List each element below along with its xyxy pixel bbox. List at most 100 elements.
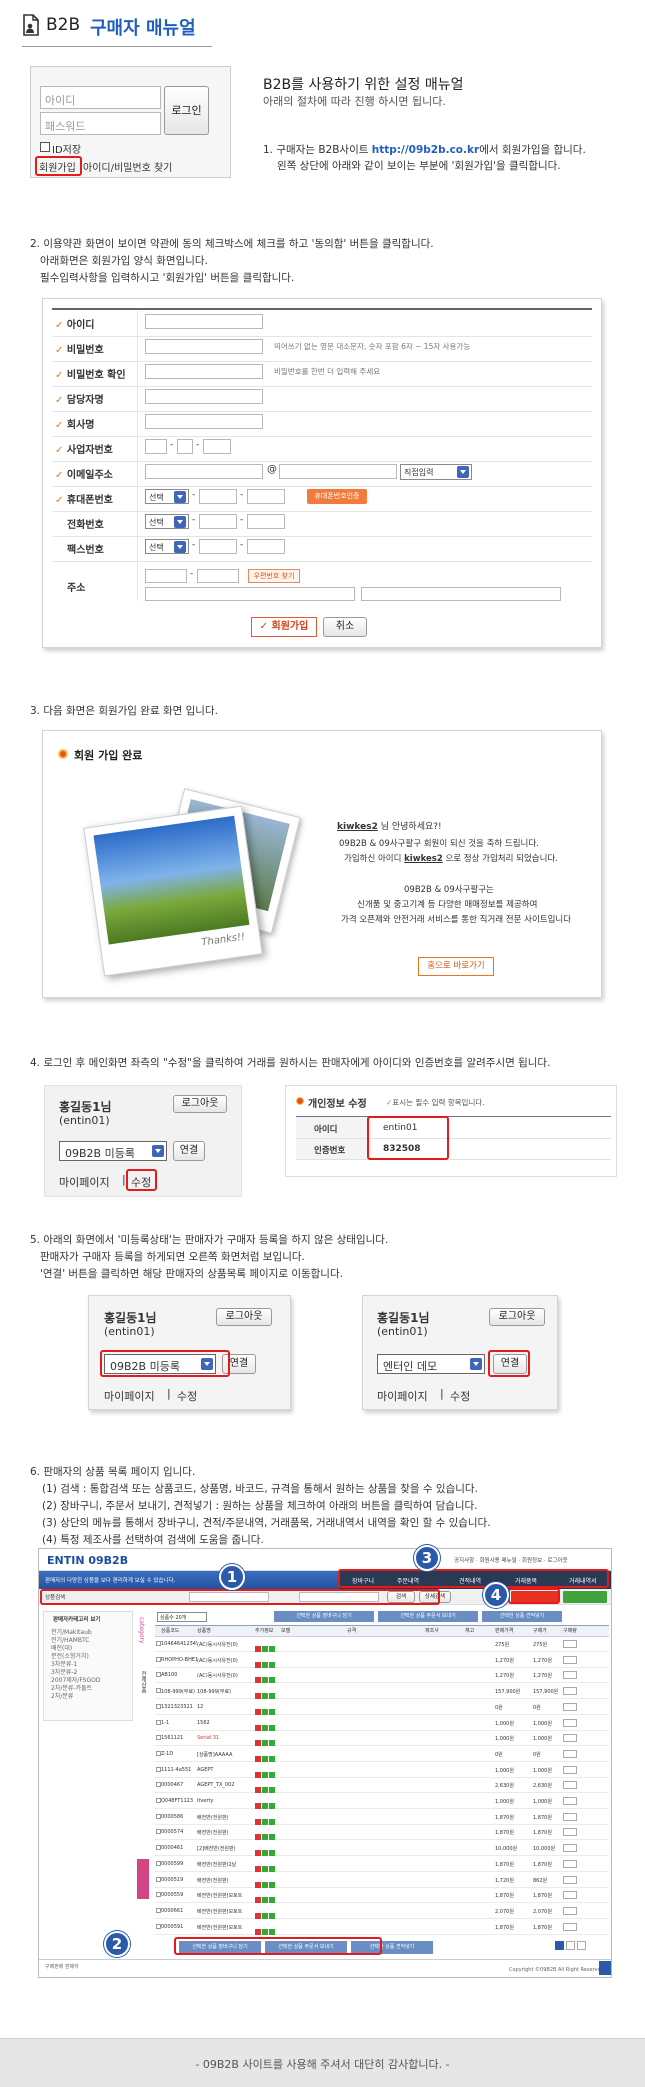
phone-mid-field[interactable] — [199, 514, 237, 529]
table-cell: 0원 — [533, 1704, 541, 1711]
table-row[interactable]: 108-999(무료) 108-999(무료) 157,900원 157,900원 — [155, 1684, 609, 1700]
table-row[interactable]: 0000591 배전반(전원판)모토트 1,870원 1,870원 — [155, 1920, 609, 1935]
zip-1[interactable] — [145, 569, 187, 583]
pagination[interactable] — [555, 1941, 595, 1951]
table-row[interactable]: 0000574 배전반(전원판) 1,870원 1,870원 — [155, 1825, 609, 1841]
quantity-input[interactable] — [563, 1844, 577, 1853]
table-row[interactable]: 0000559 배전반(전원판)모토트 1,870원 1,870원 — [155, 1888, 609, 1904]
quantity-input[interactable] — [563, 1797, 577, 1805]
login-button[interactable]: 로그인 — [164, 86, 209, 135]
email-id-field[interactable] — [145, 464, 263, 479]
phone-prefix-select[interactable]: 선택 — [145, 514, 189, 529]
fax-last-field[interactable] — [247, 539, 285, 554]
table-row[interactable]: 10464641234567890(AC)동시사유전(0) 275원 275원 — [155, 1637, 609, 1652]
table-row[interactable]: 0000661 배전반(전원판)모토트 2,070원 2,070원 — [155, 1904, 609, 1919]
table-cell: AGEPT — [197, 1766, 214, 1773]
logout-button[interactable]: 로그아웃 — [489, 1308, 545, 1326]
top-quote-action[interactable]: 선택한 상품 견적넣기 — [482, 1611, 562, 1622]
signup-submit-button[interactable]: ✓ 회원가입 — [251, 617, 317, 637]
business-no-3[interactable] — [203, 439, 231, 454]
quantity-input[interactable] — [563, 1655, 577, 1664]
address-2[interactable] — [361, 587, 561, 601]
business-no-2[interactable] — [177, 439, 193, 454]
quantity-input[interactable] — [563, 1671, 577, 1680]
quantity-input[interactable] — [563, 1812, 577, 1821]
logout-link[interactable]: 로그아웃 — [547, 1558, 567, 1564]
member-info-link[interactable]: 회원정보 — [522, 1558, 542, 1564]
manufacturer-btn-green[interactable] — [563, 1591, 607, 1603]
business-no-1[interactable] — [145, 439, 167, 454]
quantity-input[interactable] — [563, 1749, 577, 1758]
address-1[interactable] — [145, 587, 355, 601]
quantity-input[interactable] — [563, 1702, 577, 1711]
quantity-input[interactable] — [563, 1640, 577, 1648]
quantity-input[interactable] — [563, 1765, 577, 1774]
connect-button[interactable]: 연결 — [173, 1141, 205, 1161]
zip-2[interactable] — [197, 569, 239, 583]
table-row[interactable]: 1561121 Serial 31 1,000원 1,000원 — [155, 1731, 609, 1747]
id-input[interactable]: 아이디 — [40, 86, 161, 109]
table-row[interactable]: RHOPHO-BHE12(AC)동시사유전(0) 1,270원 1,270원 — [155, 1653, 609, 1668]
email-domain-field[interactable] — [279, 464, 397, 479]
logout-button[interactable]: 로그아웃 — [216, 1308, 272, 1326]
quantity-input[interactable] — [563, 1718, 577, 1727]
mobile-verify-button[interactable]: 휴대폰번호인증 — [307, 489, 367, 504]
quantity-input[interactable] — [563, 1828, 577, 1837]
table-row[interactable]: Z-1D [상품명]AAAAA 0원 0원 — [155, 1747, 609, 1762]
table-row[interactable]: 1111-4a551 AGEPT 1,000원 1,000원 — [155, 1763, 609, 1778]
manual-link[interactable]: 회원사용 매뉴얼 — [480, 1558, 517, 1564]
quantity-input[interactable] — [563, 1906, 577, 1915]
quantity-input[interactable] — [563, 1687, 577, 1696]
mypage-link[interactable]: 마이페이지 — [377, 1388, 428, 1404]
password-confirm-field[interactable] — [145, 364, 263, 379]
logout-button[interactable]: 로그아웃 — [173, 1095, 227, 1113]
seller-select[interactable]: 09B2B 미등록 — [59, 1141, 167, 1161]
seller-select-registered[interactable]: 엔터인 데모 — [377, 1354, 485, 1374]
edit-link[interactable]: 수정 — [177, 1388, 197, 1404]
signup-cancel-button[interactable]: 취소 — [323, 617, 367, 637]
find-account-link[interactable]: 아이디/비밀번호 찾기 — [83, 159, 172, 174]
top-order-action[interactable]: 선택한 상품 주문서 보내기 — [378, 1611, 478, 1622]
top-cart-action[interactable]: 선택한 상품 장바구니 담기 — [274, 1611, 374, 1622]
quantity-input[interactable] — [563, 1875, 577, 1884]
mypage-link[interactable]: 마이페이지 — [104, 1388, 155, 1404]
table-cell: 2,630원 — [533, 1783, 552, 1790]
table-row[interactable]: 0000586 배전반(전원판) 1,870원 1,870원 — [155, 1810, 609, 1825]
shop-screenshot: ENTIN 09B2B 공지사항 · 회원사용 매뉴얼 · 회원정보 · 로그아… — [38, 1548, 612, 1978]
mobile-last-field[interactable] — [247, 489, 285, 504]
mobile-mid-field[interactable] — [199, 489, 237, 504]
mypage-link[interactable]: 마이페이지 — [59, 1174, 110, 1190]
table-row[interactable]: 0000599 배전반(전원판)2날 1,870원 1,870원 — [155, 1857, 609, 1872]
per-page-select[interactable]: 상품수 20개 — [157, 1612, 207, 1622]
table-row[interactable]: 1321323321 12 0원 0원 — [155, 1700, 609, 1715]
zip-search-button[interactable]: 우편번호 찾기 — [248, 569, 300, 583]
edit-link[interactable]: 수정 — [450, 1388, 470, 1404]
table-row[interactable]: 0000519 배전반(전원판) 1,720원 862원 — [155, 1873, 609, 1888]
email-domain-select[interactable]: 직접입력 — [400, 464, 472, 480]
table-row[interactable]: 0000461 [2]배전반(전원판) 10,000원 10,000원 — [155, 1841, 609, 1857]
mobile-prefix-select[interactable]: 선택 — [145, 489, 189, 504]
table-row[interactable]: 1-1 1562 1,000원 1,000원 — [155, 1716, 609, 1731]
fax-prefix-select[interactable]: 선택 — [145, 539, 189, 554]
quantity-input[interactable] — [563, 1734, 577, 1743]
table-row[interactable]: AB100 (AC)동시사유전(0) 1,270원 1,270원 — [155, 1668, 609, 1684]
quantity-input[interactable] — [563, 1781, 577, 1790]
notice-link[interactable]: 공지사항 — [454, 1558, 474, 1564]
quantity-input[interactable] — [563, 1891, 577, 1900]
phone-last-field[interactable] — [247, 514, 285, 529]
scroll-top-button[interactable] — [599, 1961, 611, 1975]
site-link[interactable]: http://09b2b.co.kr — [372, 144, 479, 156]
password-hint: 띄어쓰기 없는 영문 대소문자, 숫자 포함 6자 ~ 15자 사용가능 — [274, 342, 471, 351]
table-row[interactable]: Q048FT1123 Itverty 1,000원 1,000원 — [155, 1794, 609, 1809]
id-field[interactable] — [145, 314, 263, 329]
home-button[interactable]: 홈으로 바로가기 — [418, 957, 494, 976]
quantity-input[interactable] — [563, 1859, 577, 1868]
quantity-input[interactable] — [563, 1922, 577, 1931]
save-id-checkbox[interactable] — [40, 142, 50, 152]
table-row[interactable]: 0000467 AGEPT_TX_002 2,630원 2,630원 — [155, 1778, 609, 1794]
manager-field[interactable] — [145, 389, 263, 404]
fax-mid-field[interactable] — [199, 539, 237, 554]
password-input[interactable]: 패스워드 — [40, 112, 161, 135]
password-field[interactable] — [145, 339, 263, 354]
company-field[interactable] — [145, 414, 263, 429]
